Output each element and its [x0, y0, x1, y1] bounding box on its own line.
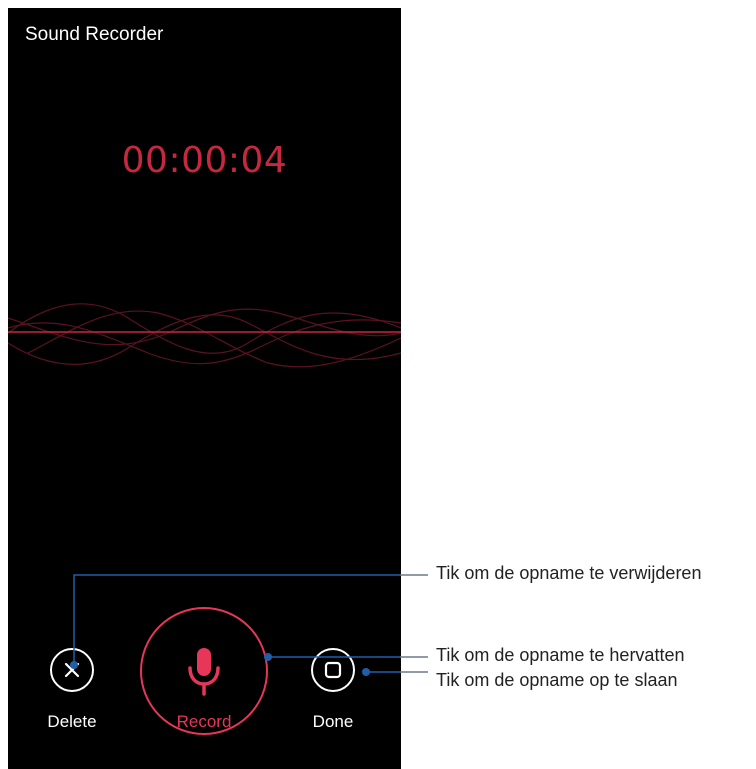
recording-timer: 00:00:04: [121, 140, 288, 181]
delete-label: Delete: [47, 712, 97, 731]
done-button[interactable]: [311, 648, 355, 692]
done-label: Done: [312, 712, 354, 731]
microphone-icon: [188, 648, 220, 696]
audio-waveform: [8, 303, 401, 368]
delete-button[interactable]: [50, 648, 94, 692]
done-callout: Tik om de opname op te slaan: [436, 670, 678, 690]
app-title: Sound Recorder: [25, 24, 164, 45]
record-callout: Tik om de opname te hervatten: [436, 645, 685, 665]
record-label: Record: [176, 712, 232, 731]
close-icon: [64, 662, 80, 678]
figure: Sound Recorder 00:00:04 Delete Record Do…: [0, 0, 756, 769]
stop-square-icon: [324, 661, 342, 679]
phone-screen: Sound Recorder 00:00:04 Delete Record Do…: [8, 8, 401, 769]
delete-callout: Tik om de opname te verwijderen: [436, 563, 702, 583]
